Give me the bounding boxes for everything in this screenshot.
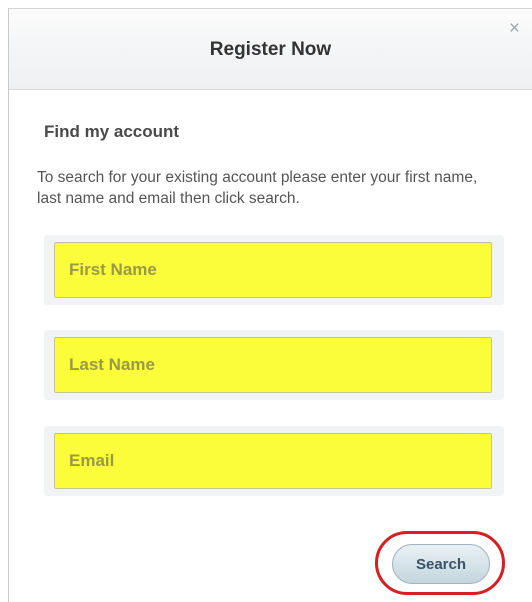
close-icon[interactable]: × (509, 19, 520, 38)
search-button[interactable]: Search (392, 544, 490, 584)
last-name-field-wrapper (44, 330, 504, 400)
register-dialog: Register Now × Find my account To search… (8, 8, 532, 602)
dialog-title: Register Now (209, 39, 332, 60)
email-field-wrapper (44, 426, 504, 496)
last-name-input[interactable] (54, 337, 492, 393)
email-input[interactable] (54, 433, 492, 489)
instructions-text: To search for your existing account plea… (37, 169, 478, 207)
dialog-header: Register Now × (9, 9, 532, 90)
section-title: Find my account (44, 122, 180, 141)
first-name-field-wrapper (44, 235, 504, 305)
first-name-input[interactable] (54, 242, 492, 298)
